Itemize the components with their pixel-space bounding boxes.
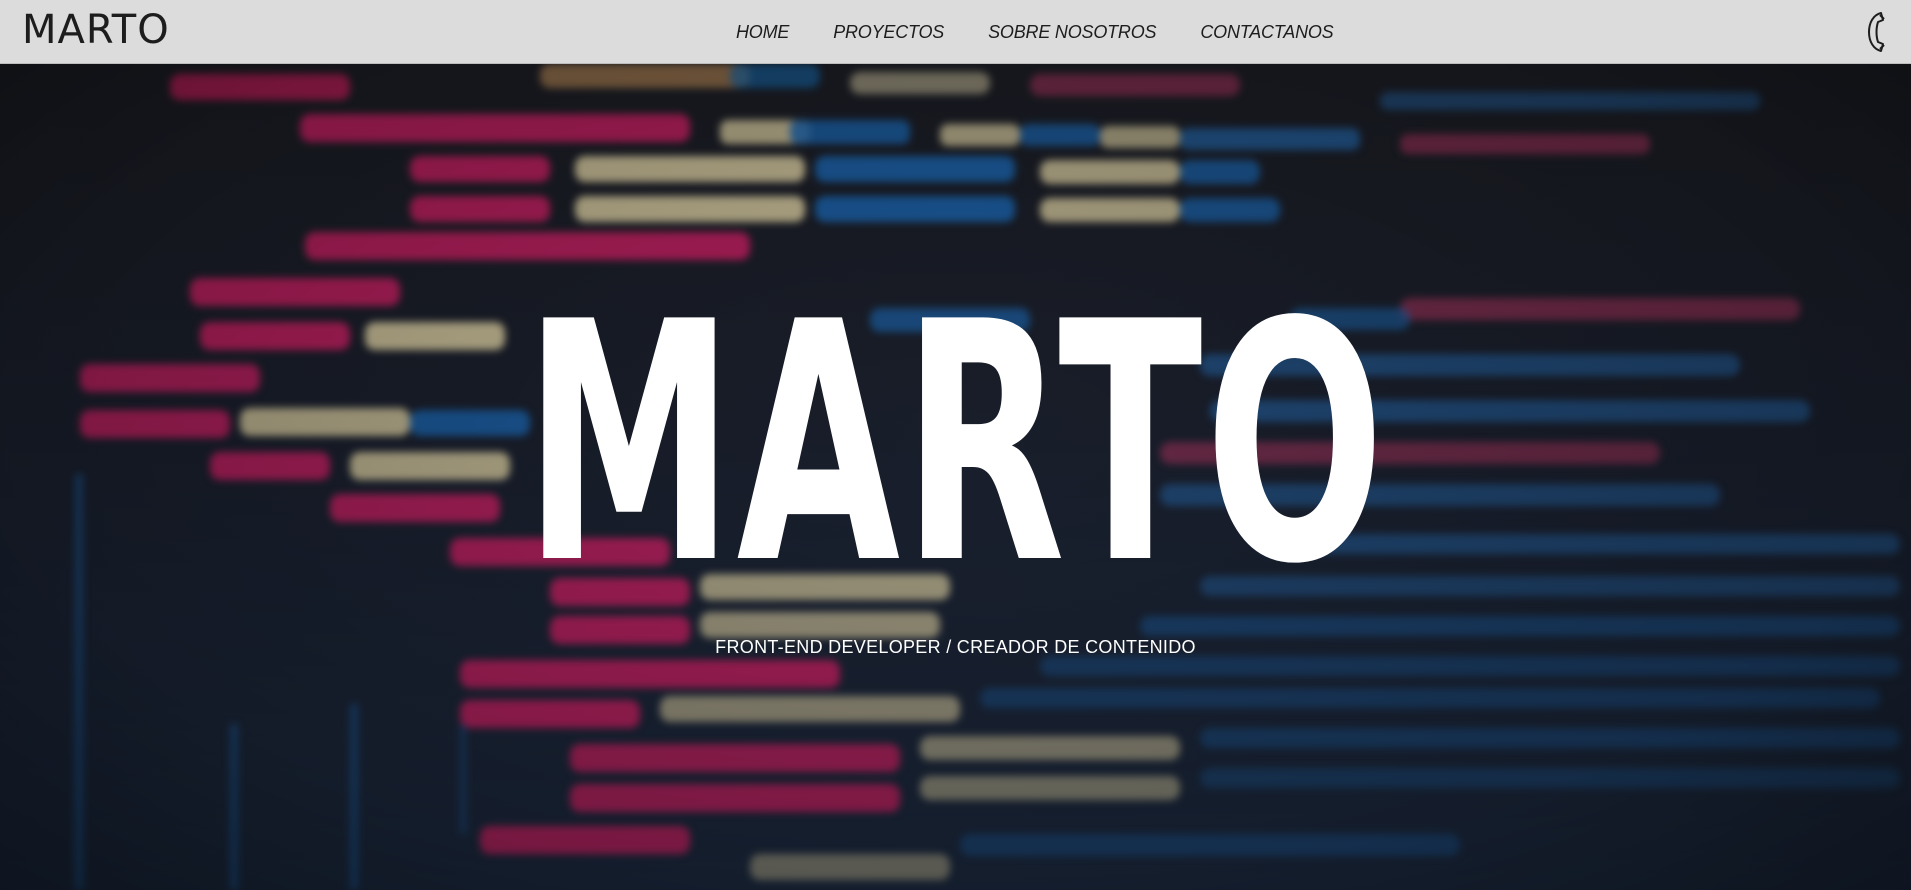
nav-link-sobre-nosotros[interactable]: SOBRE NOSOTROS <box>988 22 1156 43</box>
nav-link-proyectos[interactable]: PROYECTOS <box>833 22 944 43</box>
hero-subtitle: FRONT-END DEVELOPER / CREADOR DE CONTENI… <box>715 637 1196 657</box>
nav-link-contactanos[interactable]: CONTACTANOS <box>1200 22 1333 43</box>
top-navbar: MARTO HOME PROYECTOS SOBRE NOSOTROS CONT… <box>0 0 1911 64</box>
phone-icon[interactable] <box>1865 10 1889 54</box>
nav-links: HOME PROYECTOS SOBRE NOSOTROS CONTACTANO… <box>736 0 1377 64</box>
nav-link-home[interactable]: HOME <box>736 22 789 43</box>
hero-title: MARTO <box>523 252 1388 636</box>
brand-logo[interactable]: MARTO <box>22 8 170 52</box>
hero-section: MARTO FRONT-END DEVELOPER / CREADOR DE C… <box>0 64 1911 890</box>
